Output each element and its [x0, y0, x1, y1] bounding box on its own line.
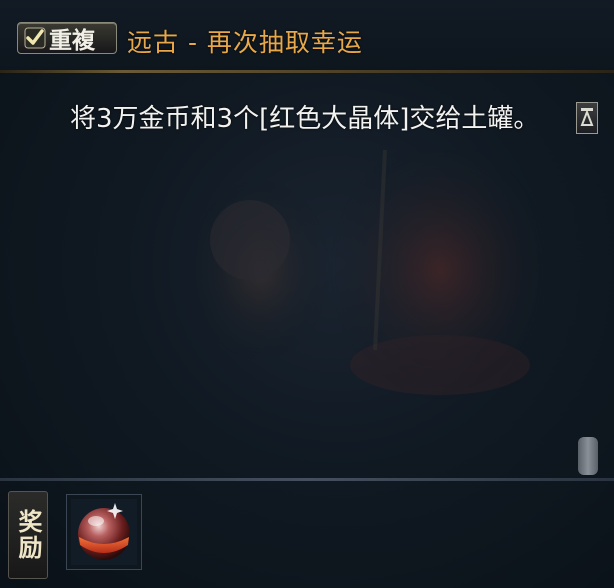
quest-header: 重複 远古 - 再次抽取幸运 [0, 0, 614, 73]
scrollbar-thumb[interactable] [578, 437, 598, 475]
checkmark-icon [24, 27, 46, 49]
scroll-top-button[interactable] [576, 102, 598, 134]
reward-item-slot[interactable] [66, 494, 142, 570]
reward-label: 奖励 [14, 509, 42, 561]
header-divider [0, 70, 614, 73]
npc-background-art [190, 150, 550, 400]
quest-description: 将3万金币和3个[红色大晶体]交给土罐。 [70, 104, 540, 134]
reward-divider [0, 478, 614, 481]
quest-title: 远古 - 再次抽取幸运 [127, 28, 363, 57]
quest-panel: 重複 远古 - 再次抽取幸运 将3万金币和3个[红色大晶体]交给土罐。 奖励 [0, 0, 614, 588]
repeat-label: 重複 [49, 28, 95, 54]
red-crystal-orb-icon [71, 499, 137, 565]
scroll-to-top-icon [580, 108, 594, 126]
reward-label-tab: 奖励 [8, 491, 48, 579]
repeat-quest-button[interactable]: 重複 [17, 22, 117, 54]
